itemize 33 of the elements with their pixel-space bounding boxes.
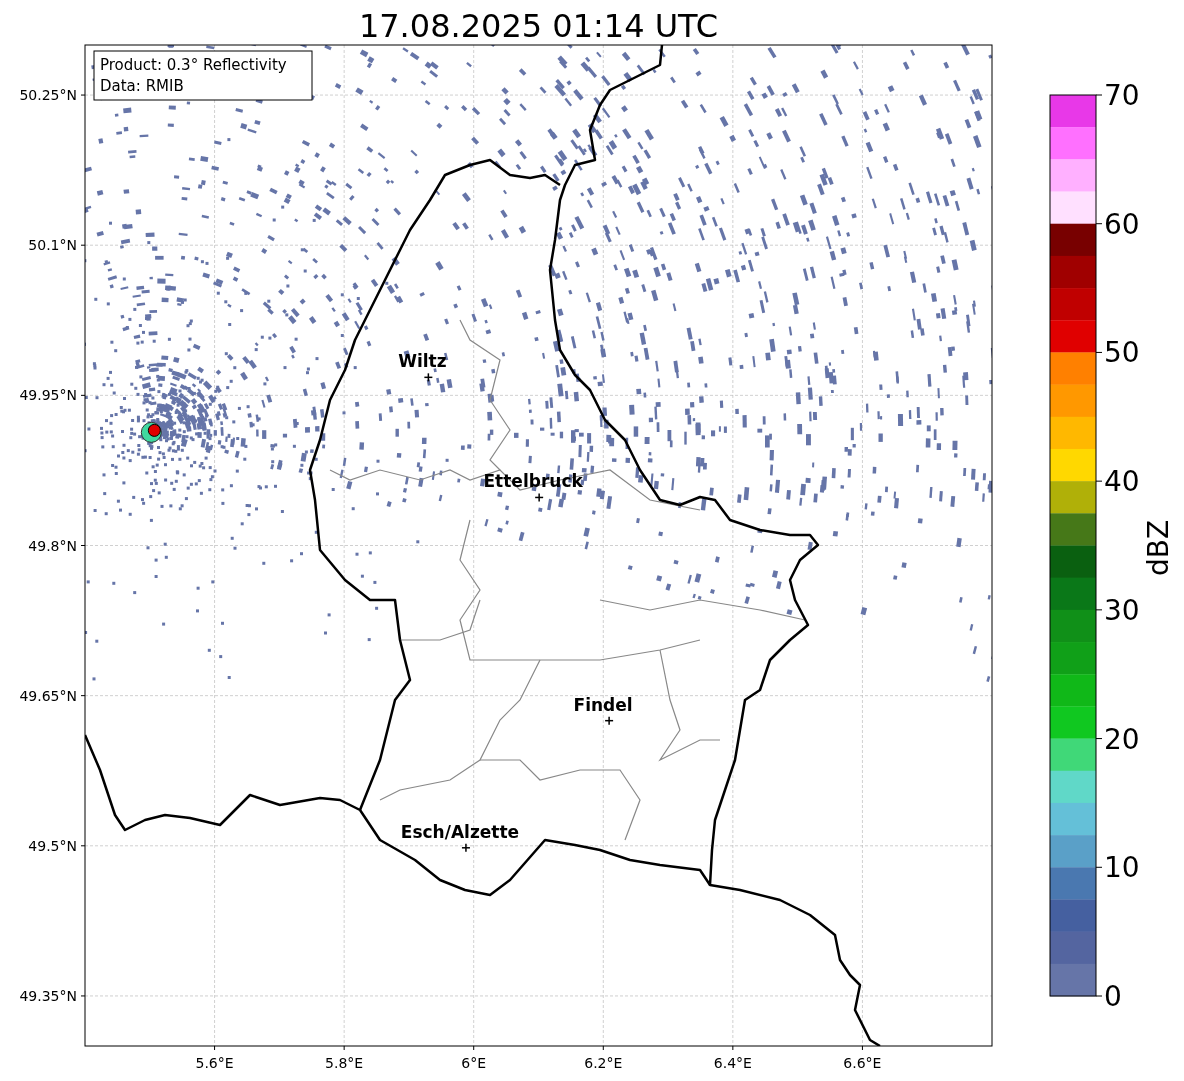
latitude-label: 49.35°N — [19, 987, 77, 1004]
city-marker-icon — [461, 843, 471, 853]
city-label: Findel — [573, 694, 633, 715]
colorbar-tick-label: 60 — [1104, 207, 1140, 241]
colorbar-tick-label: 50 — [1104, 336, 1140, 370]
city-label: Wiltz — [398, 351, 447, 372]
city-marker-icon — [604, 715, 614, 726]
colorbar-tick-label: 40 — [1104, 465, 1140, 499]
colorbar-tick-label: 20 — [1104, 722, 1140, 756]
longitude-label: 6.6°E — [843, 1055, 882, 1071]
colorbar-tick-label: 0 — [1104, 980, 1122, 1013]
radar-site-icon — [140, 421, 162, 443]
colorbar-tick-label: 10 — [1104, 851, 1140, 885]
colorbar-title: dBZ — [1142, 519, 1175, 577]
colorbar-tick-label: 30 — [1104, 593, 1140, 627]
latitude-label: 50.1°N — [28, 237, 77, 254]
latitude-label: 49.5°N — [28, 837, 77, 854]
longitude-label: 6.2°E — [584, 1055, 623, 1071]
latitude-label: 49.8°N — [28, 537, 77, 554]
city-label: Esch/Alzette — [400, 821, 520, 842]
city-marker-icon — [423, 372, 434, 383]
longitude-label: 5.6°E — [195, 1055, 234, 1071]
colorbar-tick-label: 70 — [1104, 79, 1140, 112]
latitude-label: 49.65°N — [19, 687, 77, 704]
legend-text: Data: RMIB — [100, 77, 184, 95]
latitude-label: 49.95°N — [19, 387, 77, 404]
city-marker-icon — [534, 492, 544, 503]
latitude-label: 50.25°N — [19, 87, 77, 104]
legend-text: Product: 0.3° Reflectivity — [100, 56, 287, 74]
map-title: 17.08.2025 01:14 UTC — [358, 7, 719, 45]
longitude-label: 6.4°E — [713, 1055, 752, 1071]
longitude-label: 5.8°E — [325, 1055, 364, 1071]
longitude-label: 6°E — [461, 1055, 487, 1071]
